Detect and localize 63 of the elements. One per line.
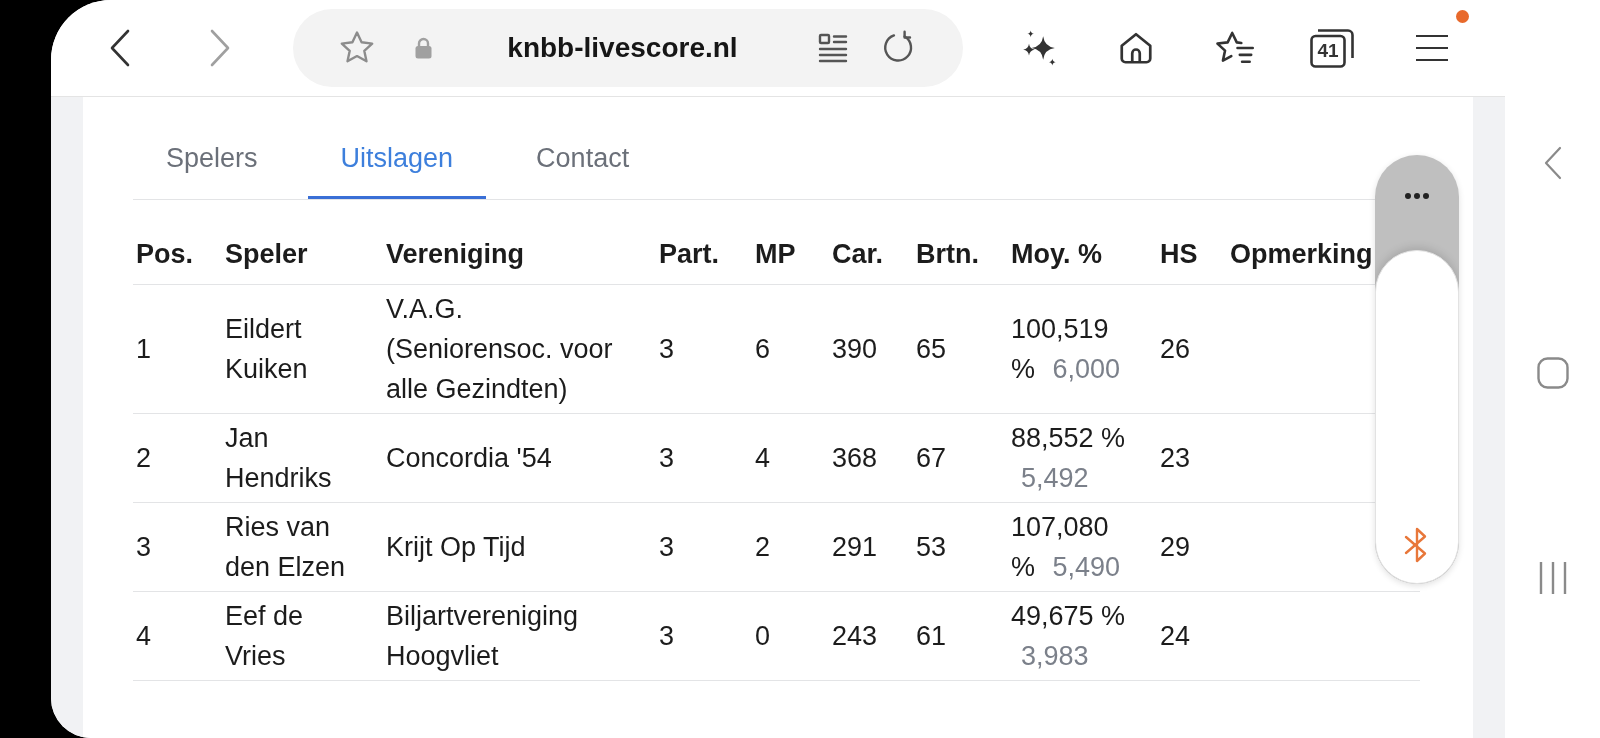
column-header: Part. — [659, 239, 720, 269]
table-cell: 6 — [755, 334, 771, 364]
table-cell: Jan Hendriks — [225, 423, 332, 493]
table-cell: 61 — [916, 621, 947, 651]
tabs-button[interactable]: 41 — [1310, 28, 1354, 68]
table-cell: 4 — [755, 443, 771, 473]
table-cell: 3 — [136, 532, 152, 562]
table-cell: 3 — [659, 532, 675, 562]
table-cell: 65 — [916, 334, 947, 364]
table-cell: 26 — [1160, 334, 1191, 364]
three-bars-icon — [1538, 561, 1567, 595]
table-cell: 1 — [136, 334, 152, 364]
table-cell: 0 — [755, 621, 771, 651]
table-cell: V.A.G. (Seniorensoc. voor alle Gezindten) — [386, 294, 613, 404]
column-header: Vereniging — [386, 239, 525, 269]
article-icon — [818, 33, 848, 63]
square-icon — [1536, 357, 1569, 389]
table-cell: Eef de Vries — [225, 601, 304, 671]
table-cell: 2 — [755, 532, 771, 562]
table-cell: 390 — [832, 334, 878, 364]
column-header: HS — [1160, 239, 1198, 269]
column-header: Moy. % — [1011, 239, 1102, 269]
tab[interactable]: Contact — [503, 116, 663, 199]
table-cell: Eildert Kuiken — [225, 314, 308, 384]
table-cell: 3 — [659, 334, 675, 364]
table-cell: 243 — [832, 621, 878, 651]
table-cell: Concordia '54 — [386, 443, 552, 473]
table-cell: Krijt Op Tijd — [386, 532, 526, 562]
table-cell: 24 — [1160, 621, 1191, 651]
table-cell: Ries van den Elzen — [225, 512, 346, 582]
table-cell: 368 — [832, 443, 878, 473]
forward-icon — [210, 29, 230, 67]
back-icon — [1543, 146, 1562, 180]
column-header: Opmerking — [1230, 239, 1373, 269]
table-cell: 4 — [136, 621, 152, 651]
column-header: Car. — [832, 239, 884, 269]
table-cell-text: 107,080 % 5,490 — [1011, 511, 1122, 584]
column-header: MP — [755, 239, 796, 269]
table-cell: 67 — [916, 443, 947, 473]
table-cell: Biljartvereniging Hoogvliet — [386, 601, 579, 671]
address-bar[interactable]: knbb-livescore.nl — [293, 9, 963, 87]
table-cell: 23 — [1160, 443, 1191, 473]
tab[interactable]: Uitslagen — [307, 116, 487, 199]
table-cell-text: 100,519 % 6,000 — [1011, 313, 1122, 386]
lock-icon — [415, 37, 432, 59]
table-cell: 3 — [659, 621, 675, 651]
tab[interactable]: Spelers — [133, 116, 291, 199]
table-cell: 29 — [1160, 532, 1191, 562]
column-header: Pos. — [136, 239, 194, 269]
column-header: Speler — [225, 239, 308, 269]
url-text: knbb-livescore.nl — [507, 31, 738, 65]
table-cell-text: 88,552 % 5,492 — [1011, 422, 1127, 495]
table-cell: 53 — [916, 532, 947, 562]
menu-icon — [1415, 34, 1449, 62]
home-icon — [1118, 30, 1154, 66]
table-cell: 2 — [136, 443, 152, 473]
tabs-icon — [1310, 28, 1354, 68]
column-header: Brtn. — [916, 239, 979, 269]
table-cell: 3 — [659, 443, 675, 473]
more-icon[interactable] — [1405, 193, 1429, 199]
table-cell-text: 49,675 % 3,983 — [1011, 600, 1127, 673]
table-cell: 291 — [832, 532, 878, 562]
back-icon — [110, 29, 130, 67]
